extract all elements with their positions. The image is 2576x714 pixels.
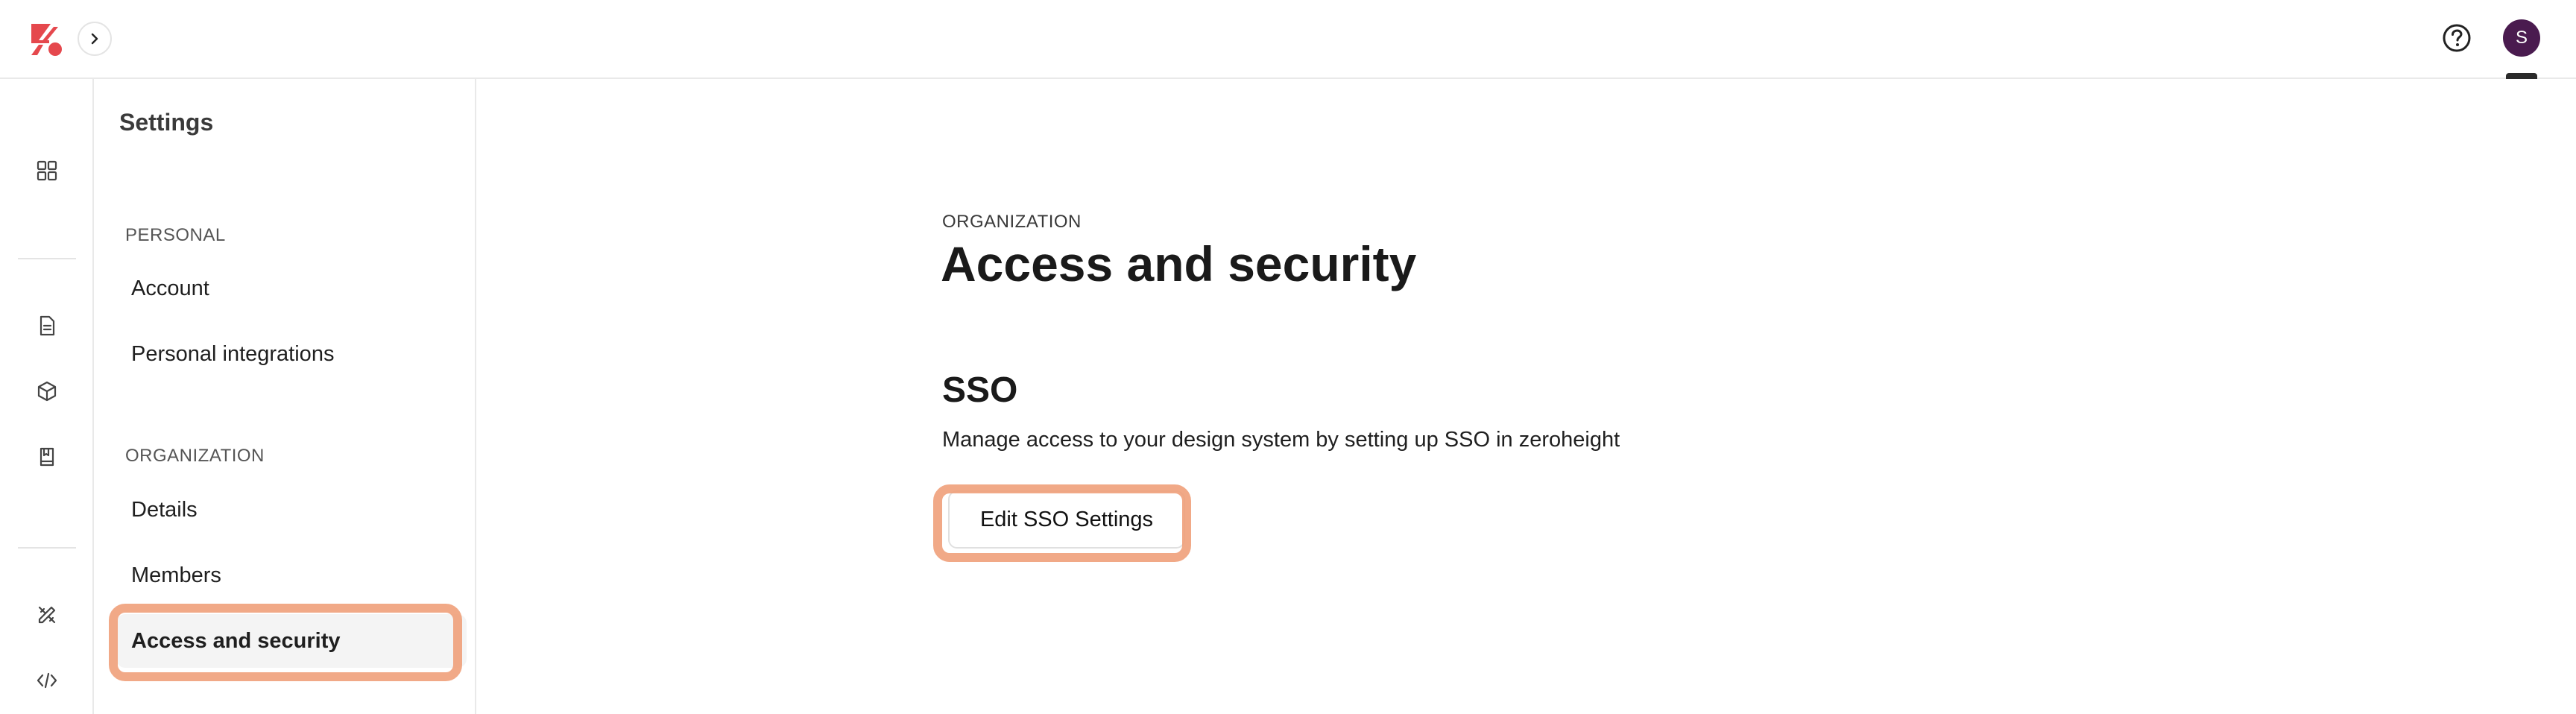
top-bar: S (0, 0, 2576, 79)
sidebar-item-label: Access and security (131, 628, 341, 653)
chevron-right-icon (91, 33, 98, 45)
user-avatar[interactable]: S (2503, 19, 2540, 57)
section-label-organization: ORGANIZATION (125, 446, 265, 466)
package-icon[interactable] (33, 377, 61, 405)
sidebar-title: Settings (119, 109, 214, 136)
dashboard-grid-icon[interactable] (33, 157, 61, 185)
section-label-personal: PERSONAL (125, 225, 226, 245)
sidebar-item-details[interactable]: Details (116, 483, 467, 537)
main-content: ORGANIZATION Access and security SSO Man… (477, 79, 2576, 714)
bookmark-book-icon[interactable] (33, 443, 61, 471)
avatar-initial: S (2515, 28, 2528, 48)
help-circle-icon[interactable] (2441, 22, 2472, 54)
sidebar-item-access-and-security[interactable]: Access and security (116, 614, 467, 668)
rail-divider (18, 547, 76, 549)
sso-description: Manage access to your design system by s… (942, 428, 1620, 452)
sso-heading: SSO (942, 370, 1018, 410)
avatar-indicator (2506, 73, 2537, 79)
sidebar-item-label: Members (131, 563, 221, 587)
code-icon[interactable] (33, 666, 61, 695)
rail-divider (18, 258, 76, 259)
icon-rail (0, 79, 94, 714)
sidebar-item-label: Personal integrations (131, 341, 335, 366)
page-title: Access and security (941, 236, 1417, 291)
zeroheight-logo-icon[interactable] (28, 21, 66, 58)
sidebar-item-label: Account (131, 276, 209, 300)
expand-sidebar-button[interactable] (78, 22, 112, 56)
edit-sso-settings-button[interactable]: Edit SSO Settings (948, 490, 1185, 549)
document-icon[interactable] (33, 312, 61, 340)
sidebar-item-members[interactable]: Members (116, 549, 467, 602)
sidebar-item-personal-integrations[interactable]: Personal integrations (116, 327, 467, 381)
sidebar-item-account[interactable]: Account (116, 262, 467, 315)
settings-sidebar: Settings PERSONAL Account Personal integ… (94, 79, 476, 714)
sidebar-item-label: Details (131, 497, 198, 522)
section-label: ORGANIZATION (942, 212, 1082, 232)
design-tools-icon[interactable] (33, 601, 61, 629)
